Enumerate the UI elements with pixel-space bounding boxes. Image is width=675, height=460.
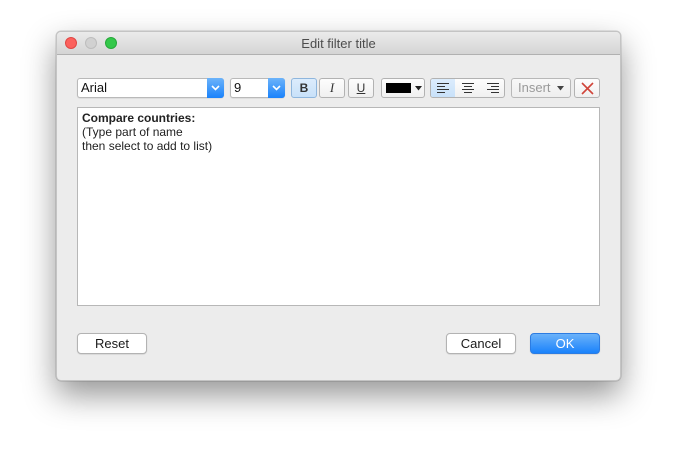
align-left-button[interactable] — [431, 79, 455, 97]
reset-button[interactable]: Reset — [77, 333, 147, 354]
insert-label: Insert — [518, 80, 551, 95]
edit-filter-title-dialog: Edit filter title Arial 9 B I U Insert C… — [56, 31, 621, 381]
caret-down-icon — [557, 86, 564, 91]
font-family-combo[interactable]: Arial — [77, 78, 224, 98]
underline-button[interactable]: U — [348, 78, 374, 98]
font-size-dropdown-button[interactable] — [268, 78, 285, 98]
align-right-button[interactable] — [481, 79, 504, 97]
insert-menu-button[interactable]: Insert — [511, 78, 571, 98]
align-center-button[interactable] — [456, 79, 480, 97]
italic-button[interactable]: I — [319, 78, 345, 98]
window-title: Edit filter title — [301, 36, 376, 51]
alignment-segmented-control — [430, 78, 505, 98]
clear-formatting-button[interactable] — [574, 78, 600, 98]
font-size-value: 9 — [234, 80, 242, 95]
text-color-picker[interactable] — [381, 78, 425, 98]
caret-down-icon — [415, 86, 422, 91]
ok-button[interactable]: OK — [530, 333, 600, 354]
font-family-value: Arial — [81, 80, 108, 95]
chevron-down-icon — [272, 85, 281, 91]
title-bar[interactable]: Edit filter title — [57, 32, 620, 55]
align-left-icon — [437, 83, 449, 93]
red-x-icon — [581, 82, 594, 95]
font-family-dropdown-button[interactable] — [207, 78, 224, 98]
bold-button[interactable]: B — [291, 78, 317, 98]
cancel-button[interactable]: Cancel — [446, 333, 516, 354]
editor-line: Compare countries: — [82, 111, 196, 125]
title-text-editor[interactable]: Compare countries: (Type part of name th… — [77, 107, 600, 306]
align-center-icon — [462, 83, 474, 93]
editor-line: (Type part of name — [82, 125, 183, 139]
font-size-combo[interactable]: 9 — [230, 78, 285, 98]
editor-line: then select to add to list) — [82, 139, 213, 153]
chevron-down-icon — [211, 85, 220, 91]
text-color-swatch — [386, 83, 411, 93]
align-right-icon — [487, 83, 499, 93]
